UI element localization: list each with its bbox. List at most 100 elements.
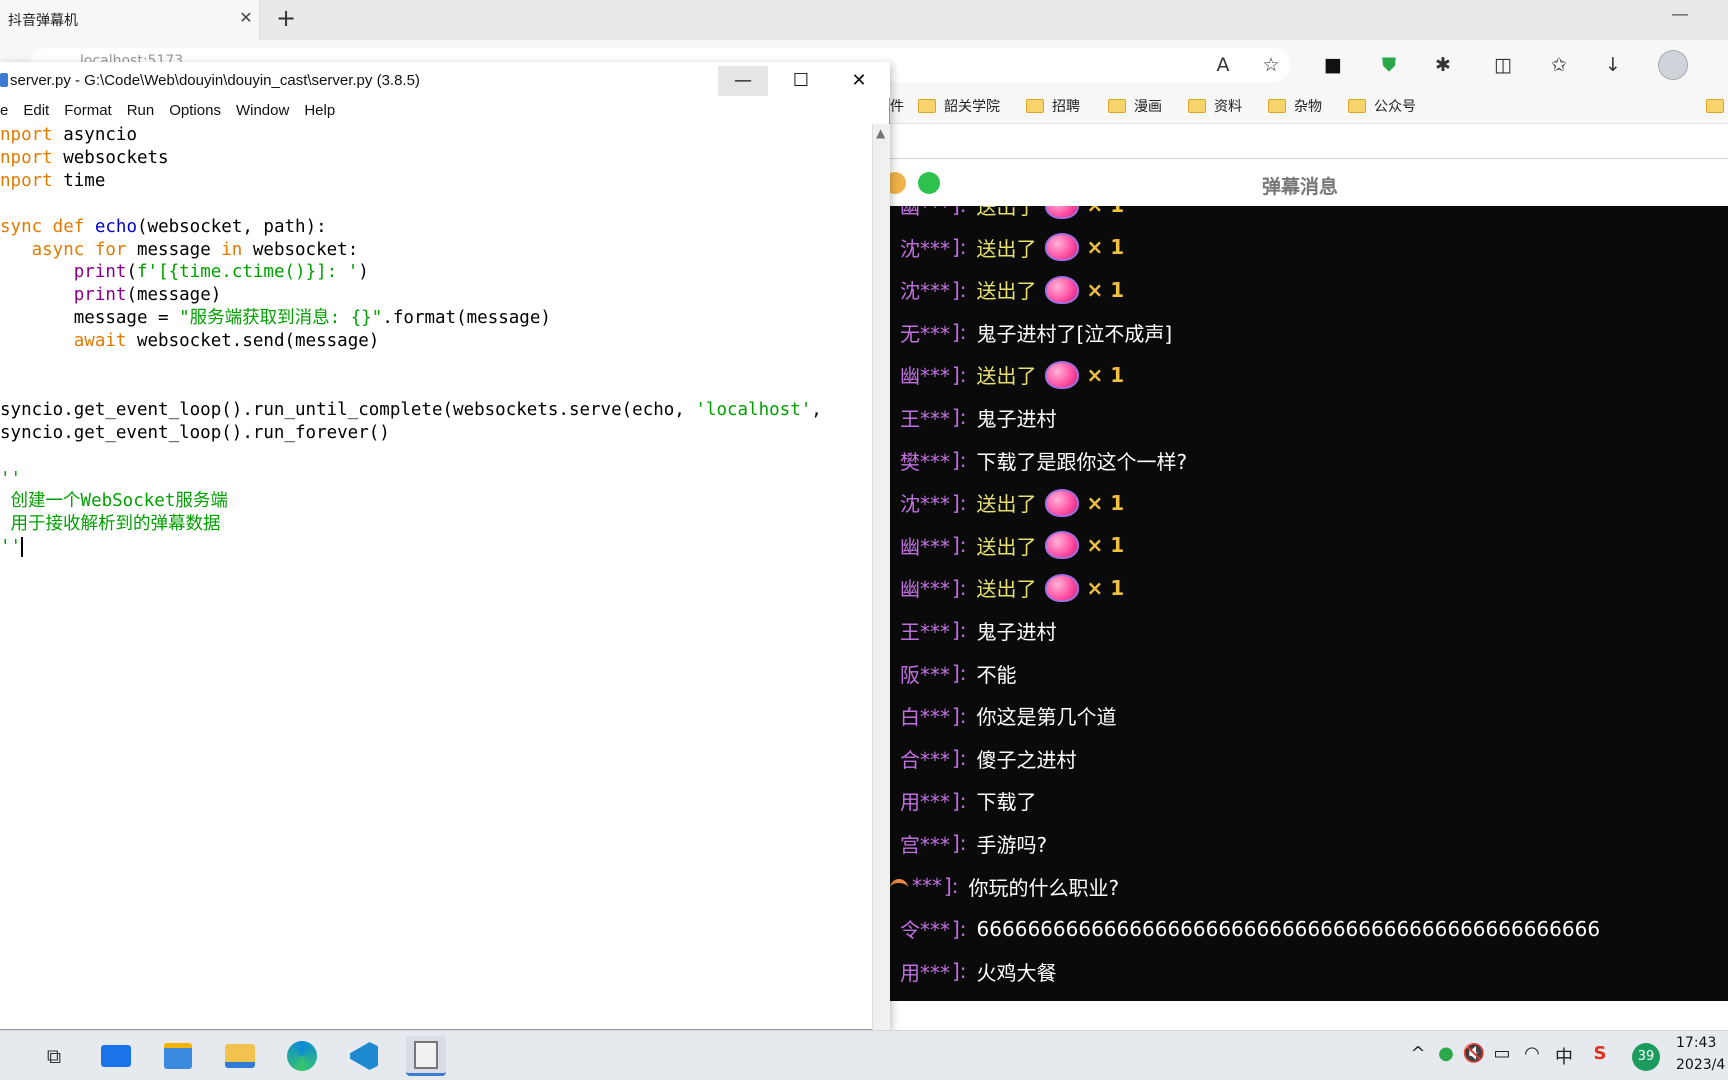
file-explorer-icon[interactable] [220, 1036, 260, 1076]
weather-badge[interactable]: 39 [1632, 1043, 1660, 1071]
folder-icon [1268, 99, 1286, 113]
danmaku-gift-text: 送出了 [976, 577, 1037, 602]
heart-gift-icon [1044, 488, 1079, 517]
download-icon[interactable]: ↓ [1600, 52, 1626, 78]
battery-icon[interactable]: ▭ [1490, 1043, 1514, 1064]
profile-avatar[interactable] [1658, 50, 1688, 80]
danmaku-colon: ]: [952, 661, 967, 685]
editor-scrollbar[interactable] [872, 124, 890, 1030]
danmaku-colon: ]: [952, 405, 967, 430]
danmaku-user: 王*** [900, 619, 950, 644]
bookmark-folder-more[interactable] [1706, 94, 1728, 118]
shield-icon[interactable]: ⛊ [1376, 52, 1402, 78]
store-icon[interactable] [158, 1036, 198, 1076]
python-idle-taskbar-icon[interactable] [406, 1036, 446, 1076]
bookmark-folder-3[interactable]: 漫画 [1108, 94, 1162, 118]
text-cursor [21, 537, 24, 558]
tray-overflow-icon[interactable]: ^ [1406, 1043, 1430, 1064]
maximize-dot-icon[interactable] [918, 172, 940, 194]
heart-gift-icon [1044, 233, 1079, 261]
edge-icon[interactable] [282, 1036, 322, 1076]
danmaku-gift-count: × 1 [1086, 277, 1125, 302]
idle-minimize-button[interactable]: — [718, 66, 768, 96]
code-line: '' [0, 536, 24, 559]
task-view-icon[interactable]: ⧉ [34, 1036, 74, 1076]
read-aloud-icon[interactable]: A [1210, 52, 1236, 78]
folder-icon [1108, 99, 1126, 113]
new-tab-button[interactable]: + [272, 4, 300, 32]
add-favorite-icon[interactable]: ☆ [1258, 52, 1284, 78]
danmaku-row: 白***]: 你这是第几个道 [890, 695, 1117, 737]
danmaku-row: 王***]: 鬼子进村 [890, 609, 1057, 651]
danmaku-row: 无***]: 鬼子进村了[泣不成声] [890, 311, 1172, 353]
code-line: message = "服务端获取到消息: {}".format(message) [0, 307, 551, 330]
danmaku-row: 幽***]: 送出了 × 1 [890, 524, 1124, 566]
danmaku-colon: ]: [952, 575, 967, 600]
code-editor[interactable]: nport asyncio nport websockets nport time s… [0, 124, 872, 1024]
volume-muted-icon[interactable]: 🔇 [1462, 1043, 1486, 1064]
danmaku-row: 幽***]: 送出了 × 1 [890, 567, 1124, 609]
wifi-icon[interactable]: ◠ [1520, 1043, 1544, 1064]
ime-indicator[interactable]: 中 [1552, 1043, 1576, 1069]
bookmark-folder-6[interactable]: 公众号 [1348, 94, 1416, 118]
danmaku-user: 沈*** [900, 236, 950, 261]
danmaku-list[interactable]: 幽***]: 送出了 × 1 沈***]: 送出了 × 1 沈***]: 送出了 × 1 无***… [890, 206, 1728, 1001]
menu-options[interactable]: Options [169, 98, 229, 124]
code-token: echo [94, 216, 137, 237]
danmaku-message: 你玩的什么职业? [968, 875, 1120, 900]
danmaku-row: 合***]: 傻子之进村 [890, 737, 1077, 779]
system-clock[interactable]: 17:43 2023/4 [1676, 1032, 1725, 1076]
menu-window[interactable]: Window [236, 98, 297, 124]
code-token: in [221, 239, 243, 260]
idle-close-button[interactable]: ✕ [834, 66, 884, 96]
menu-run[interactable]: Run [127, 98, 163, 124]
menu-edit[interactable]: Edit [23, 98, 57, 124]
danmaku-gift-text: 送出了 [976, 206, 1037, 219]
code-line: 用于接收解析到的弹幕数据 [0, 513, 221, 536]
bookmark-folder-4[interactable]: 资料 [1188, 94, 1242, 118]
idle-maximize-button[interactable]: ☐ [776, 66, 826, 96]
danmaku-gift-text: 送出了 [976, 364, 1037, 389]
mail-icon[interactable] [96, 1036, 136, 1076]
danmaku-colon: ]: [944, 874, 959, 898]
extension-icon[interactable]: ■ [1320, 52, 1346, 78]
favorites-icon[interactable]: ✩ [1546, 52, 1572, 78]
tray-app-icon[interactable]: ● [1434, 1043, 1458, 1064]
danmaku-gift-count: × 1 [1087, 206, 1125, 217]
clock-date: 2023/4 [1676, 1057, 1726, 1073]
danmaku-gift-text: 送出了 [976, 279, 1037, 304]
danmaku-row: 沈***]: 送出了 × 1 [890, 482, 1124, 524]
close-tab-icon[interactable]: ✕ [236, 8, 256, 27]
danmaku-message: 不能 [976, 662, 1017, 687]
code-line: nport websockets [0, 147, 169, 170]
python-file-icon [0, 73, 8, 87]
code-token: async for [31, 239, 127, 260]
code-line: syncio.get_event_loop().run_forever() [0, 422, 390, 445]
danmaku-message: 你这是第几个道 [976, 705, 1117, 730]
code-token: syncio.get_event_loop().run_until_comple… [0, 399, 696, 420]
browser-minimize-button[interactable]: — [1668, 4, 1692, 25]
bookmark-folder-2[interactable]: 招聘 [1026, 94, 1080, 118]
menu-format[interactable]: Format [64, 98, 120, 124]
code-token: , [811, 399, 822, 420]
split-screen-icon[interactable]: ◫ [1490, 52, 1516, 78]
menu-help[interactable]: Help [304, 98, 343, 124]
bookmark-folder-1[interactable]: 韶关学院 [918, 94, 1000, 118]
danmaku-user: 樊*** [900, 449, 950, 474]
code-token: websocket.send(message) [126, 331, 380, 352]
puzzle-icon[interactable]: ✱ [1430, 52, 1456, 78]
sogou-icon[interactable]: S [1588, 1043, 1612, 1064]
danmaku-user: 王*** [900, 406, 950, 431]
vscode-icon[interactable] [344, 1036, 384, 1076]
danmaku-user: 幽*** [900, 206, 950, 219]
code-token: (message) [126, 285, 222, 306]
scroll-up-icon[interactable]: ▲ [876, 126, 885, 140]
code-token: ) [358, 262, 369, 283]
danmaku-colon: ]: [952, 533, 967, 558]
bookmark-partial[interactable]: 件 [890, 94, 904, 118]
code-line: nport asyncio [0, 124, 137, 147]
danmaku-message: 火鸡大餐 [976, 960, 1057, 985]
menu-file[interactable]: e [0, 98, 16, 124]
bookmark-folder-5[interactable]: 杂物 [1268, 94, 1322, 118]
code-token: (websocket, path): [137, 216, 327, 237]
